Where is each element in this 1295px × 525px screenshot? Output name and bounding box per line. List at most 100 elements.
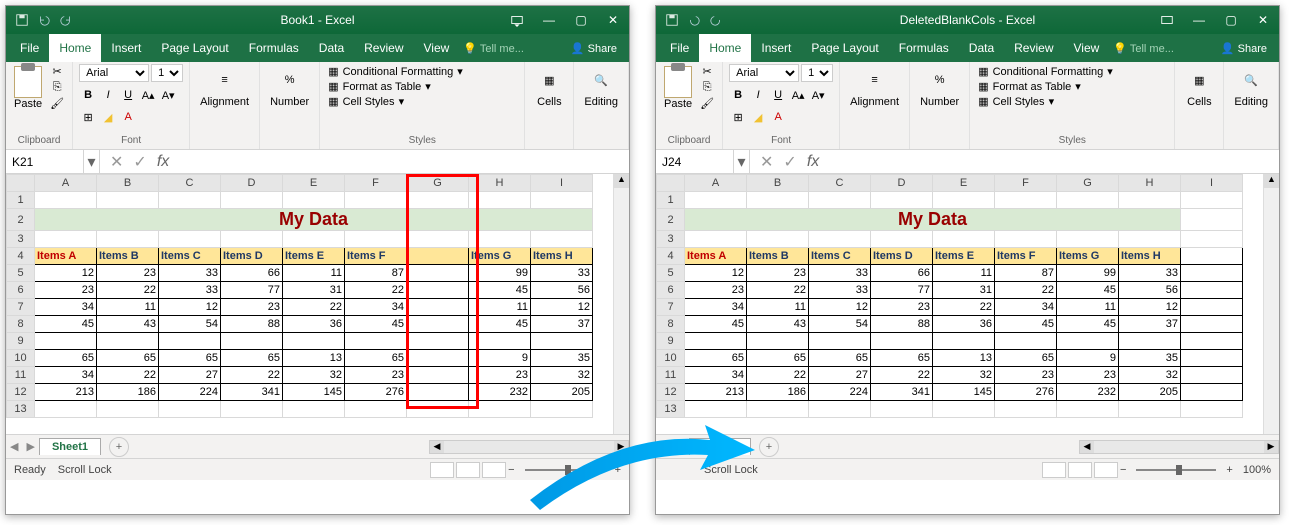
table-cell[interactable]: 77 [221, 282, 283, 299]
table-cell[interactable] [283, 333, 345, 350]
column-header[interactable]: A [685, 175, 747, 192]
titlebar[interactable]: DeletedBlankCols - Excel — ▢ ✕ [656, 6, 1279, 34]
row-header[interactable]: 4 [7, 248, 35, 265]
minimize-icon[interactable]: — [1183, 6, 1215, 34]
table-cell[interactable]: 12 [685, 265, 747, 282]
scroll-up-icon[interactable]: ▲ [1264, 174, 1279, 188]
scroll-up-icon[interactable]: ▲ [614, 174, 629, 188]
table-cell[interactable]: 11 [933, 265, 995, 282]
worksheet-grid[interactable]: ABCDEFGHI12My Data34Items AItems BItems … [6, 174, 629, 434]
column-header[interactable]: E [933, 175, 995, 192]
minimize-icon[interactable]: — [533, 6, 565, 34]
redo-icon[interactable] [58, 12, 74, 28]
table-header-cell[interactable]: Items C [809, 248, 871, 265]
add-sheet-button[interactable]: + [109, 437, 129, 457]
table-cell[interactable]: 65 [345, 350, 407, 367]
table-header-cell[interactable]: Items G [1057, 248, 1119, 265]
scroll-left-icon[interactable]: ◀ [1080, 441, 1094, 453]
undo-icon[interactable] [686, 12, 702, 28]
table-cell[interactable] [97, 333, 159, 350]
row-header[interactable]: 10 [657, 350, 685, 367]
table-cell[interactable]: 36 [933, 316, 995, 333]
menu-data[interactable]: Data [959, 34, 1004, 62]
zoom-in-icon[interactable]: + [1226, 464, 1232, 476]
share-button[interactable]: 👤 Share [563, 42, 625, 55]
table-cell[interactable]: 65 [995, 350, 1057, 367]
table-cell[interactable]: 34 [995, 299, 1057, 316]
sheet-tab[interactable]: Sheet1 [39, 438, 101, 455]
number-button[interactable]: %Number [266, 64, 313, 110]
table-cell[interactable]: 65 [871, 350, 933, 367]
table-cell[interactable]: 33 [1119, 265, 1181, 282]
row-header[interactable]: 3 [7, 231, 35, 248]
scroll-left-icon[interactable]: ◀ [430, 441, 444, 453]
table-cell[interactable] [1057, 333, 1119, 350]
vertical-scrollbar[interactable]: ▲ [1263, 174, 1279, 434]
row-header[interactable]: 13 [7, 401, 35, 418]
table-cell[interactable]: 22 [345, 282, 407, 299]
table-cell[interactable]: 27 [809, 367, 871, 384]
menu-view[interactable]: View [1064, 34, 1110, 62]
copy-icon[interactable]: ⎘ [698, 80, 716, 94]
table-header-cell[interactable]: Items H [1119, 248, 1181, 265]
table-cell[interactable]: 32 [1119, 367, 1181, 384]
table-header-cell[interactable]: Items C [159, 248, 221, 265]
column-header[interactable]: C [809, 175, 871, 192]
titlebar[interactable]: Book1 - Excel — ▢ ✕ [6, 6, 629, 34]
save-icon[interactable] [664, 12, 680, 28]
table-cell[interactable]: 65 [747, 350, 809, 367]
table-cell[interactable]: 213 [35, 384, 97, 401]
menu-file[interactable]: File [10, 34, 49, 62]
menu-review[interactable]: Review [1004, 34, 1063, 62]
cancel-formula-icon[interactable]: ✕ [110, 152, 123, 172]
font-size-select[interactable]: 10 [151, 64, 183, 82]
table-cell[interactable]: 23 [345, 367, 407, 384]
cells-button[interactable]: ▦Cells [531, 64, 567, 110]
zoom-out-icon[interactable]: − [1120, 464, 1126, 476]
bold-button[interactable]: B [79, 86, 97, 104]
table-cell[interactable]: 65 [809, 350, 871, 367]
row-header[interactable]: 4 [657, 248, 685, 265]
table-cell[interactable]: 22 [871, 367, 933, 384]
table-cell[interactable]: 54 [809, 316, 871, 333]
table-cell[interactable]: 99 [469, 265, 531, 282]
table-cell[interactable]: 23 [871, 299, 933, 316]
column-header[interactable]: E [283, 175, 345, 192]
table-cell[interactable]: 88 [871, 316, 933, 333]
table-cell[interactable]: 27 [159, 367, 221, 384]
table-cell[interactable]: 12 [159, 299, 221, 316]
table-cell[interactable]: 205 [531, 384, 593, 401]
row-header[interactable]: 11 [7, 367, 35, 384]
table-cell[interactable]: 43 [747, 316, 809, 333]
table-cell[interactable]: 45 [1057, 316, 1119, 333]
table-cell[interactable]: 43 [97, 316, 159, 333]
table-cell[interactable]: 34 [35, 367, 97, 384]
close-icon[interactable]: ✕ [597, 6, 629, 34]
row-header[interactable]: 7 [657, 299, 685, 316]
table-cell[interactable]: 31 [283, 282, 345, 299]
conditional-formatting-button[interactable]: ▦Conditional Formatting▾ [976, 64, 1168, 79]
column-header[interactable]: F [995, 175, 1057, 192]
tab-nav-next-icon[interactable]: ▶ [22, 440, 38, 453]
column-header[interactable]: I [531, 175, 593, 192]
row-header[interactable]: 8 [657, 316, 685, 333]
vertical-scrollbar[interactable]: ▲ [613, 174, 629, 434]
namebox-dropdown-icon[interactable]: ▾ [734, 150, 750, 173]
table-cell[interactable]: 54 [159, 316, 221, 333]
table-cell[interactable]: 22 [747, 282, 809, 299]
table-cell[interactable]: 99 [1057, 265, 1119, 282]
menu-home[interactable]: Home [49, 34, 101, 62]
paste-button[interactable]: Paste [662, 64, 694, 112]
page-layout-view-icon[interactable] [456, 462, 480, 478]
table-cell[interactable]: 33 [159, 265, 221, 282]
table-cell[interactable] [995, 333, 1057, 350]
table-header-cell[interactable]: Items H [531, 248, 593, 265]
table-header-cell[interactable]: Items E [933, 248, 995, 265]
row-header[interactable]: 9 [657, 333, 685, 350]
zoom-out-icon[interactable]: − [508, 464, 514, 476]
table-cell[interactable] [407, 316, 469, 333]
table-cell[interactable]: 22 [283, 299, 345, 316]
table-cell[interactable]: 22 [97, 367, 159, 384]
table-cell[interactable]: 66 [871, 265, 933, 282]
menu-file[interactable]: File [660, 34, 699, 62]
